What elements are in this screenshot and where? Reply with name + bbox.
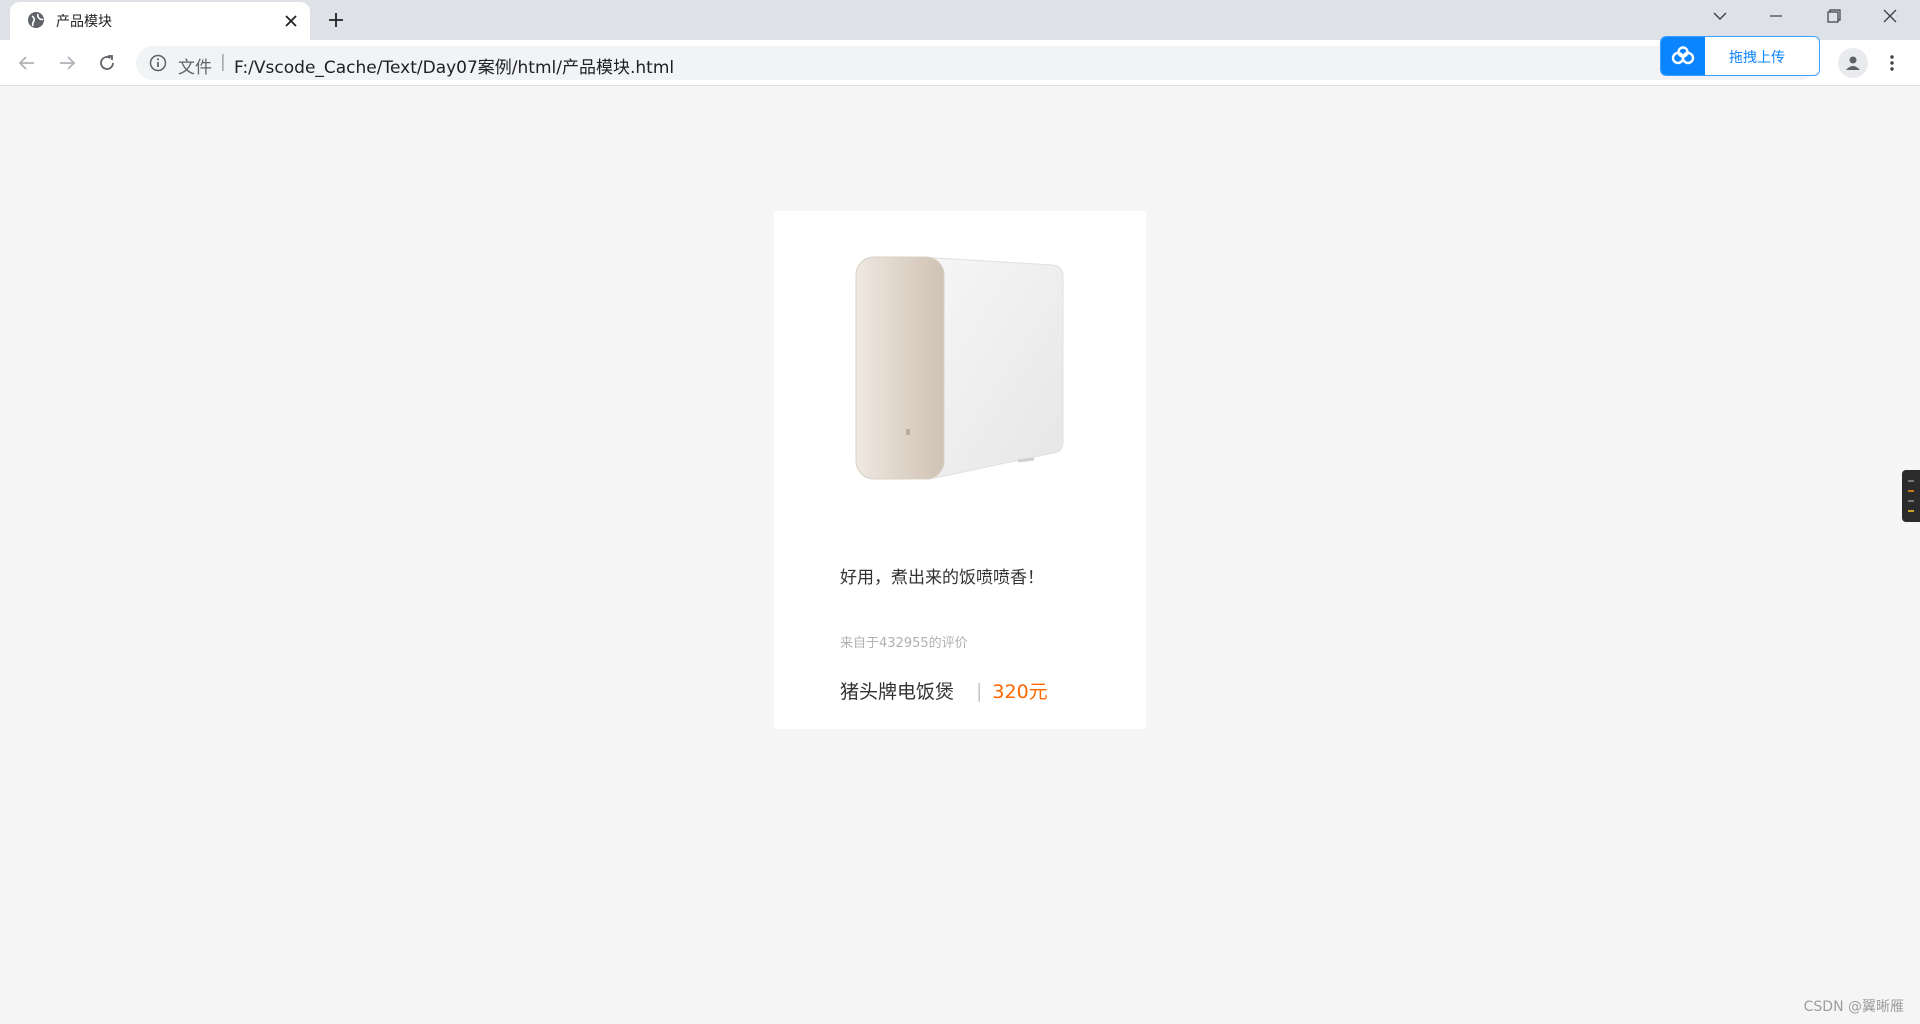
review-text: 好用，煮出来的饭喷喷香！	[840, 568, 1044, 588]
new-tab-button[interactable]	[322, 6, 350, 34]
minimize-icon	[1770, 15, 1782, 17]
cloud-icon	[1661, 37, 1705, 75]
url-scheme-label: 文件	[178, 58, 212, 78]
browser-tab[interactable]: 产品模块	[10, 2, 310, 40]
page-viewport: 好用，煮出来的饭喷喷香！ 来自于432955的评价 猪头牌电饭煲 | 320元	[0, 87, 1920, 1024]
info-icon[interactable]	[148, 53, 168, 73]
close-icon	[285, 15, 297, 27]
minimize-button[interactable]	[1748, 0, 1804, 32]
profile-button[interactable]	[1838, 48, 1868, 78]
globe-icon	[28, 12, 44, 28]
watermark: CSDN @翼晰雁	[1803, 999, 1904, 1015]
product-name[interactable]: 猪头牌电饭煲	[840, 677, 954, 704]
drag-upload-extension[interactable]: 拖拽上传	[1660, 36, 1820, 76]
reload-icon	[100, 55, 114, 70]
browser-toolbar: 文件 | F:/Vscode_Cache/Text/Day07案例/html/产…	[0, 40, 1920, 86]
arrow-left-icon	[18, 56, 34, 70]
product-info: 猪头牌电饭煲 | 320元	[840, 677, 1048, 704]
close-tab-button[interactable]	[280, 10, 302, 32]
restore-button[interactable]	[1806, 0, 1862, 32]
side-widget-handle[interactable]	[1902, 470, 1920, 522]
back-button[interactable]	[12, 48, 42, 78]
tab-strip: 产品模块	[0, 0, 1920, 40]
kebab-menu-icon	[1890, 55, 1894, 71]
restore-icon	[1827, 9, 1841, 23]
url-text[interactable]: F:/Vscode_Cache/Text/Day07案例/html/产品模块.h…	[234, 53, 674, 78]
window-close-button[interactable]	[1862, 0, 1918, 32]
chevron-down-icon	[1713, 12, 1727, 20]
tab-title: 产品模块	[56, 14, 112, 30]
review-source: 来自于432955的评价	[840, 636, 968, 651]
reload-button[interactable]	[92, 48, 122, 78]
close-icon	[1883, 9, 1897, 23]
forward-button[interactable]	[52, 48, 82, 78]
product-price: 320元	[992, 681, 1048, 703]
arrow-right-icon	[60, 56, 76, 70]
tab-search-button[interactable]	[1692, 0, 1748, 32]
url-separator: |	[220, 52, 226, 72]
product-card[interactable]: 好用，煮出来的饭喷喷香！ 来自于432955的评价 猪头牌电饭煲 | 320元	[774, 211, 1146, 729]
product-divider: |	[976, 679, 983, 702]
product-image	[855, 256, 1064, 480]
address-bar[interactable]: 文件 | F:/Vscode_Cache/Text/Day07案例/html/产…	[136, 46, 1816, 80]
browser-menu-button[interactable]	[1880, 48, 1904, 78]
plus-icon	[329, 13, 343, 27]
person-icon	[1846, 56, 1860, 70]
drag-upload-label: 拖拽上传	[1729, 50, 1785, 66]
